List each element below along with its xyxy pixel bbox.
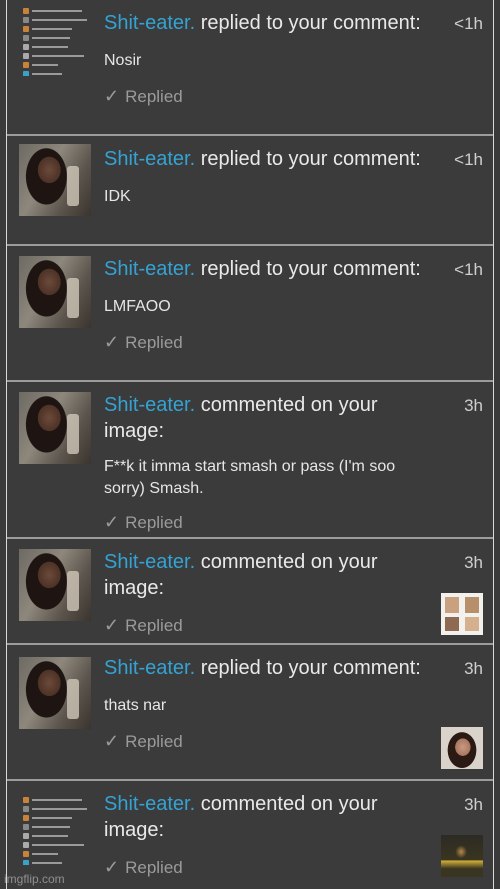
username-link[interactable]: Shit-eater. (104, 793, 195, 815)
notification-headline: Shit-eater. commented on your image: (104, 551, 378, 599)
check-icon: ✓ (104, 615, 120, 635)
replied-status: ✓ Replied (104, 615, 183, 635)
notification-item[interactable]: Shit-eater. replied to your comment: IDK… (7, 136, 493, 246)
timestamp: 3h (464, 795, 483, 814)
user-avatar[interactable] (19, 657, 91, 729)
notification-item[interactable]: Shit-eater. replied to your comment: LMF… (7, 246, 493, 382)
image-thumbnail[interactable] (441, 835, 483, 877)
notification-item[interactable]: Shit-eater. replied to your comment: Nos… (7, 0, 493, 136)
notification-list: Shit-eater. replied to your comment: Nos… (6, 0, 494, 889)
notification-headline: Shit-eater. replied to your comment: (104, 148, 421, 170)
username-link[interactable]: Shit-eater. (104, 148, 195, 170)
notification-headline: Shit-eater. commented on your image: (104, 793, 378, 841)
watermark: imgflip.com (4, 872, 65, 886)
notification-headline: Shit-eater. commented on your image: (104, 394, 378, 442)
user-avatar[interactable] (19, 392, 91, 464)
username-link[interactable]: Shit-eater. (104, 657, 195, 679)
timestamp: 3h (464, 553, 483, 572)
notification-headline: Shit-eater. replied to your comment: (104, 12, 421, 34)
username-link[interactable]: Shit-eater. (104, 551, 195, 573)
notification-item[interactable]: Shit-eater. commented on your image: ✓ Re… (7, 539, 493, 645)
check-icon: ✓ (104, 332, 120, 352)
comment-text: F**k it imma start smash or pass (I'm so… (104, 458, 400, 497)
replied-status: ✓ Replied (104, 332, 183, 352)
check-icon: ✓ (104, 86, 120, 106)
replied-status: ✓ Replied (104, 857, 183, 877)
user-avatar[interactable] (19, 4, 91, 76)
notification-headline: Shit-eater. replied to your comment: (104, 657, 421, 679)
image-thumbnail[interactable] (441, 593, 483, 635)
replied-status: ✓ Replied (104, 731, 183, 751)
timestamp: <1h (454, 260, 483, 279)
notification-item[interactable]: Shit-eater. commented on your image: F**… (7, 382, 493, 539)
user-avatar[interactable] (19, 549, 91, 621)
user-avatar[interactable] (19, 793, 91, 865)
check-icon: ✓ (104, 731, 120, 751)
username-link[interactable]: Shit-eater. (104, 258, 195, 280)
image-thumbnail[interactable] (441, 727, 483, 769)
username-link[interactable]: Shit-eater. (104, 12, 195, 34)
notification-item[interactable]: Shit-eater. commented on your image: ✓ Re… (7, 781, 493, 889)
notification-item[interactable]: Shit-eater. replied to your comment: tha… (7, 645, 493, 781)
comment-text: Nosir (104, 52, 142, 69)
comment-text: IDK (104, 188, 131, 205)
user-avatar[interactable] (19, 144, 91, 216)
notification-headline: Shit-eater. replied to your comment: (104, 258, 421, 280)
user-avatar[interactable] (19, 256, 91, 328)
timestamp: 3h (464, 396, 483, 415)
replied-status: ✓ Replied (104, 86, 183, 106)
replied-status: ✓ Replied (104, 512, 183, 532)
comment-text: LMFAOO (104, 298, 171, 315)
timestamp: 3h (464, 659, 483, 678)
timestamp: <1h (454, 150, 483, 169)
check-icon: ✓ (104, 857, 120, 877)
timestamp: <1h (454, 14, 483, 33)
comment-text: thats nar (104, 697, 167, 714)
username-link[interactable]: Shit-eater. (104, 394, 195, 416)
check-icon: ✓ (104, 512, 120, 532)
